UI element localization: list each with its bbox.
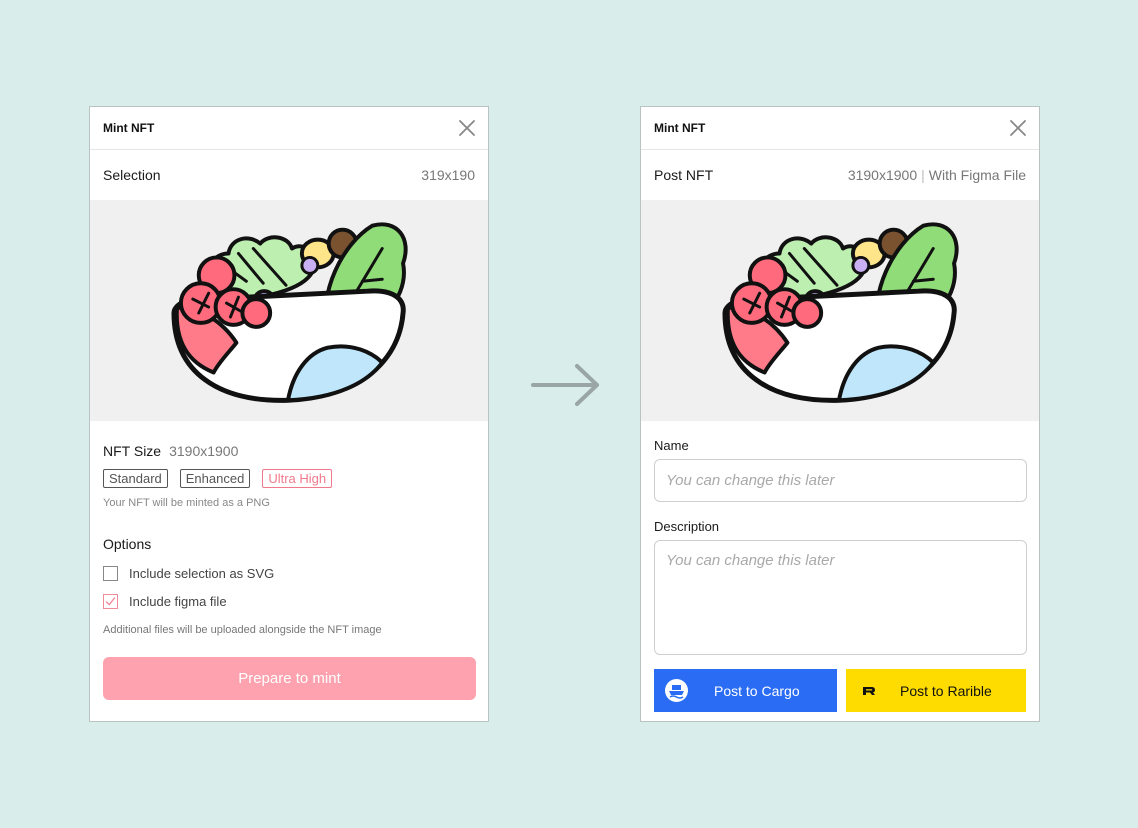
size-option-enhanced[interactable]: Enhanced: [179, 469, 251, 488]
option-label: Include selection as SVG: [129, 566, 275, 581]
selection-size: 319x190: [421, 167, 475, 183]
selection-label: Selection: [103, 167, 161, 183]
salad-bowl-illustration: [720, 213, 960, 409]
post-nft-row: Post NFT 3190x1900 | With Figma File: [641, 150, 1039, 200]
option-include-svg[interactable]: Include selection as SVG: [103, 566, 475, 581]
panel-header: Mint NFT: [90, 107, 488, 150]
nft-size-row: NFT Size 3190x1900: [103, 443, 475, 459]
size-options: Standard Enhanced Ultra High: [103, 469, 475, 488]
option-include-figma[interactable]: Include figma file: [103, 594, 475, 609]
post-to-cargo-label: Post to Cargo: [714, 682, 800, 699]
post-nft-size: 3190x1900: [847, 167, 918, 183]
rarible-logo-icon: [856, 678, 881, 703]
nft-preview-image: [641, 200, 1039, 421]
panel-title: Mint NFT: [103, 121, 155, 135]
nft-size-label: NFT Size: [103, 443, 162, 459]
post-nft-panel: Mint NFT Post NFT 3190x1900 | With Figma F…: [640, 106, 1040, 722]
post-to-cargo-button[interactable]: Post to Cargo: [654, 669, 837, 712]
name-input[interactable]: [654, 459, 1027, 502]
nft-preview-image: [90, 200, 488, 421]
salad-bowl-illustration: [169, 213, 409, 409]
post-buttons: Post to Cargo Post to Rarible: [654, 669, 1026, 712]
post-nft-extra: With Figma File: [928, 167, 1026, 183]
name-label: Name: [654, 438, 689, 453]
description-label: Description: [654, 519, 720, 534]
prepare-to-mint-button[interactable]: Prepare to mint: [103, 657, 476, 700]
nft-size-value: 3190x1900: [169, 443, 239, 459]
post-nft-label: Post NFT: [654, 167, 714, 183]
close-icon[interactable]: [458, 119, 476, 137]
option-label: Include figma file: [129, 594, 227, 609]
meta-separator: |: [921, 167, 925, 183]
close-icon[interactable]: [1009, 119, 1027, 137]
post-to-rarible-button[interactable]: Post to Rarible: [846, 669, 1026, 712]
cargo-logo-icon: [664, 678, 689, 703]
checkbox-include-svg[interactable]: [103, 566, 118, 581]
panel-title: Mint NFT: [654, 121, 706, 135]
panel-header: Mint NFT: [641, 107, 1039, 150]
format-hint: Your NFT will be minted as a PNG: [103, 497, 270, 509]
post-to-rarible-label: Post to Rarible: [900, 682, 992, 699]
selection-row: Selection 319x190: [90, 150, 488, 200]
size-option-standard[interactable]: Standard: [103, 469, 168, 488]
checkbox-include-figma[interactable]: [103, 594, 118, 609]
post-nft-meta: 3190x1900 | With Figma File: [848, 167, 1026, 183]
description-input[interactable]: [654, 540, 1027, 655]
size-option-ultra-high[interactable]: Ultra High: [262, 469, 333, 488]
mint-nft-panel: Mint NFT Selection 319x190 NFT Size 3190…: [89, 106, 489, 722]
footnote: Additional files will be uploaded alongs…: [103, 624, 382, 636]
options-title: Options: [103, 536, 152, 552]
arrow-right-icon: [531, 364, 599, 406]
checkmark-icon: [105, 597, 116, 606]
